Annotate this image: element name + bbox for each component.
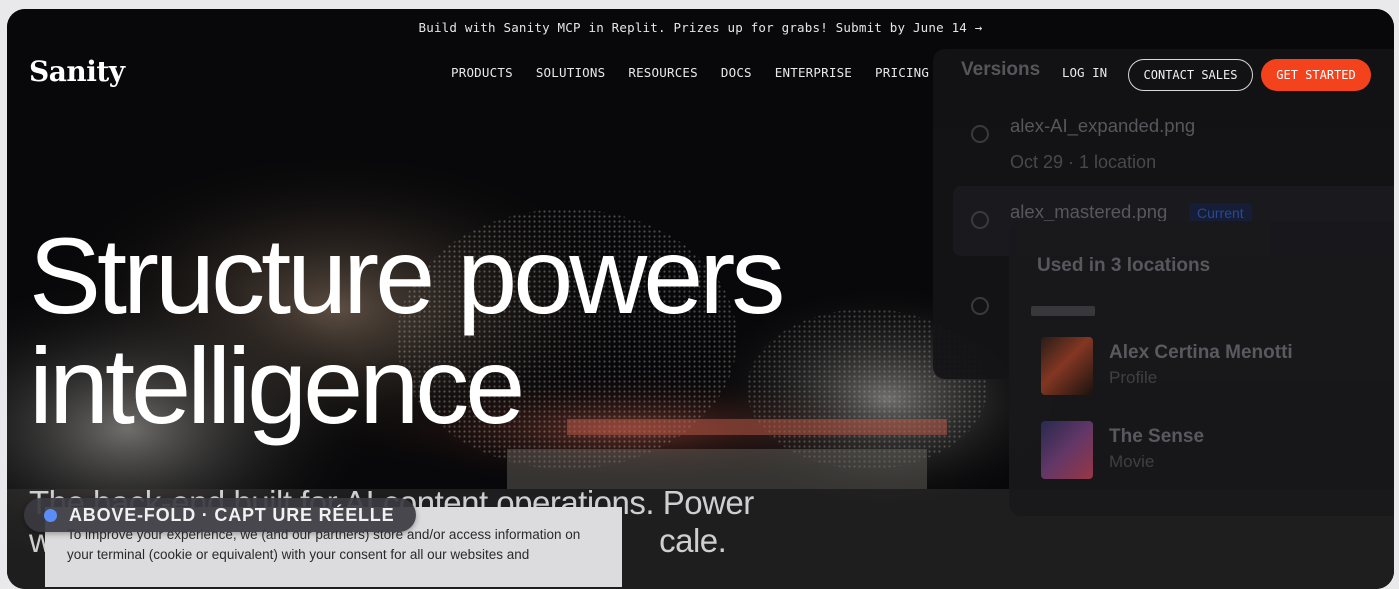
nav-menu: PRODUCTS SOLUTIONS RESOURCES DOCS ENTERP… [451, 65, 952, 80]
version-name-1: alex-AI_expanded.png [1010, 115, 1196, 136]
sanity-logo[interactable]: Sanity [29, 55, 125, 88]
hero-headline: Structure powers intelligence [29, 215, 785, 446]
location-name-1: Alex Certina Menotti [1109, 342, 1293, 363]
capture-label-text: ABOVE-FOLD · CAPT URE RÉELLE [69, 504, 395, 525]
top-navigation: Sanity PRODUCTS SOLUTIONS RESOURCES DOCS… [7, 45, 1394, 105]
nav-item-pricing[interactable]: PRICING [875, 65, 929, 80]
usage-divider [1031, 306, 1095, 316]
hero-line-2: intelligence [29, 325, 525, 446]
capture-label-pill: ABOVE-FOLD · CAPT URE RÉELLE [24, 498, 417, 532]
location-name-2: The Sense [1109, 426, 1205, 447]
status-dot-icon [44, 508, 57, 522]
version-radio-2 [971, 211, 989, 229]
nav-item-enterprise[interactable]: ENTERPRISE [775, 65, 852, 80]
login-link[interactable]: LOG IN [1062, 65, 1107, 80]
version-radio-1 [971, 125, 989, 143]
nav-item-products[interactable]: PRODUCTS [451, 65, 513, 80]
current-badge: Current [1189, 203, 1252, 223]
hero-line-1: Structure powers [29, 215, 785, 336]
nav-item-resources[interactable]: RESOURCES [628, 65, 698, 80]
profile-thumbnail [1041, 337, 1093, 395]
location-type-1: Profile [1109, 368, 1158, 387]
contact-sales-button[interactable]: CONTACT SALES [1128, 59, 1253, 91]
announcement-text[interactable]: Build with Sanity MCP in Replit. Prizes … [419, 20, 983, 35]
nav-item-docs[interactable]: DOCS [721, 65, 752, 80]
version-name-2: alex_mastered.png [1010, 201, 1168, 222]
version-meta-1: Oct 29 · 1 location [1010, 152, 1157, 172]
version-radio-3 [971, 297, 989, 315]
usage-title: Used in 3 locations [1037, 255, 1211, 276]
location-type-2: Movie [1109, 452, 1155, 471]
movie-thumbnail [1041, 421, 1093, 479]
announcement-banner[interactable]: Build with Sanity MCP in Replit. Prizes … [7, 9, 1394, 45]
get-started-button[interactable]: GET STARTED [1261, 59, 1371, 91]
usage-panel: Used in 3 locations Alex Certina Menotti… [1009, 221, 1394, 516]
nav-item-solutions[interactable]: SOLUTIONS [536, 65, 606, 80]
